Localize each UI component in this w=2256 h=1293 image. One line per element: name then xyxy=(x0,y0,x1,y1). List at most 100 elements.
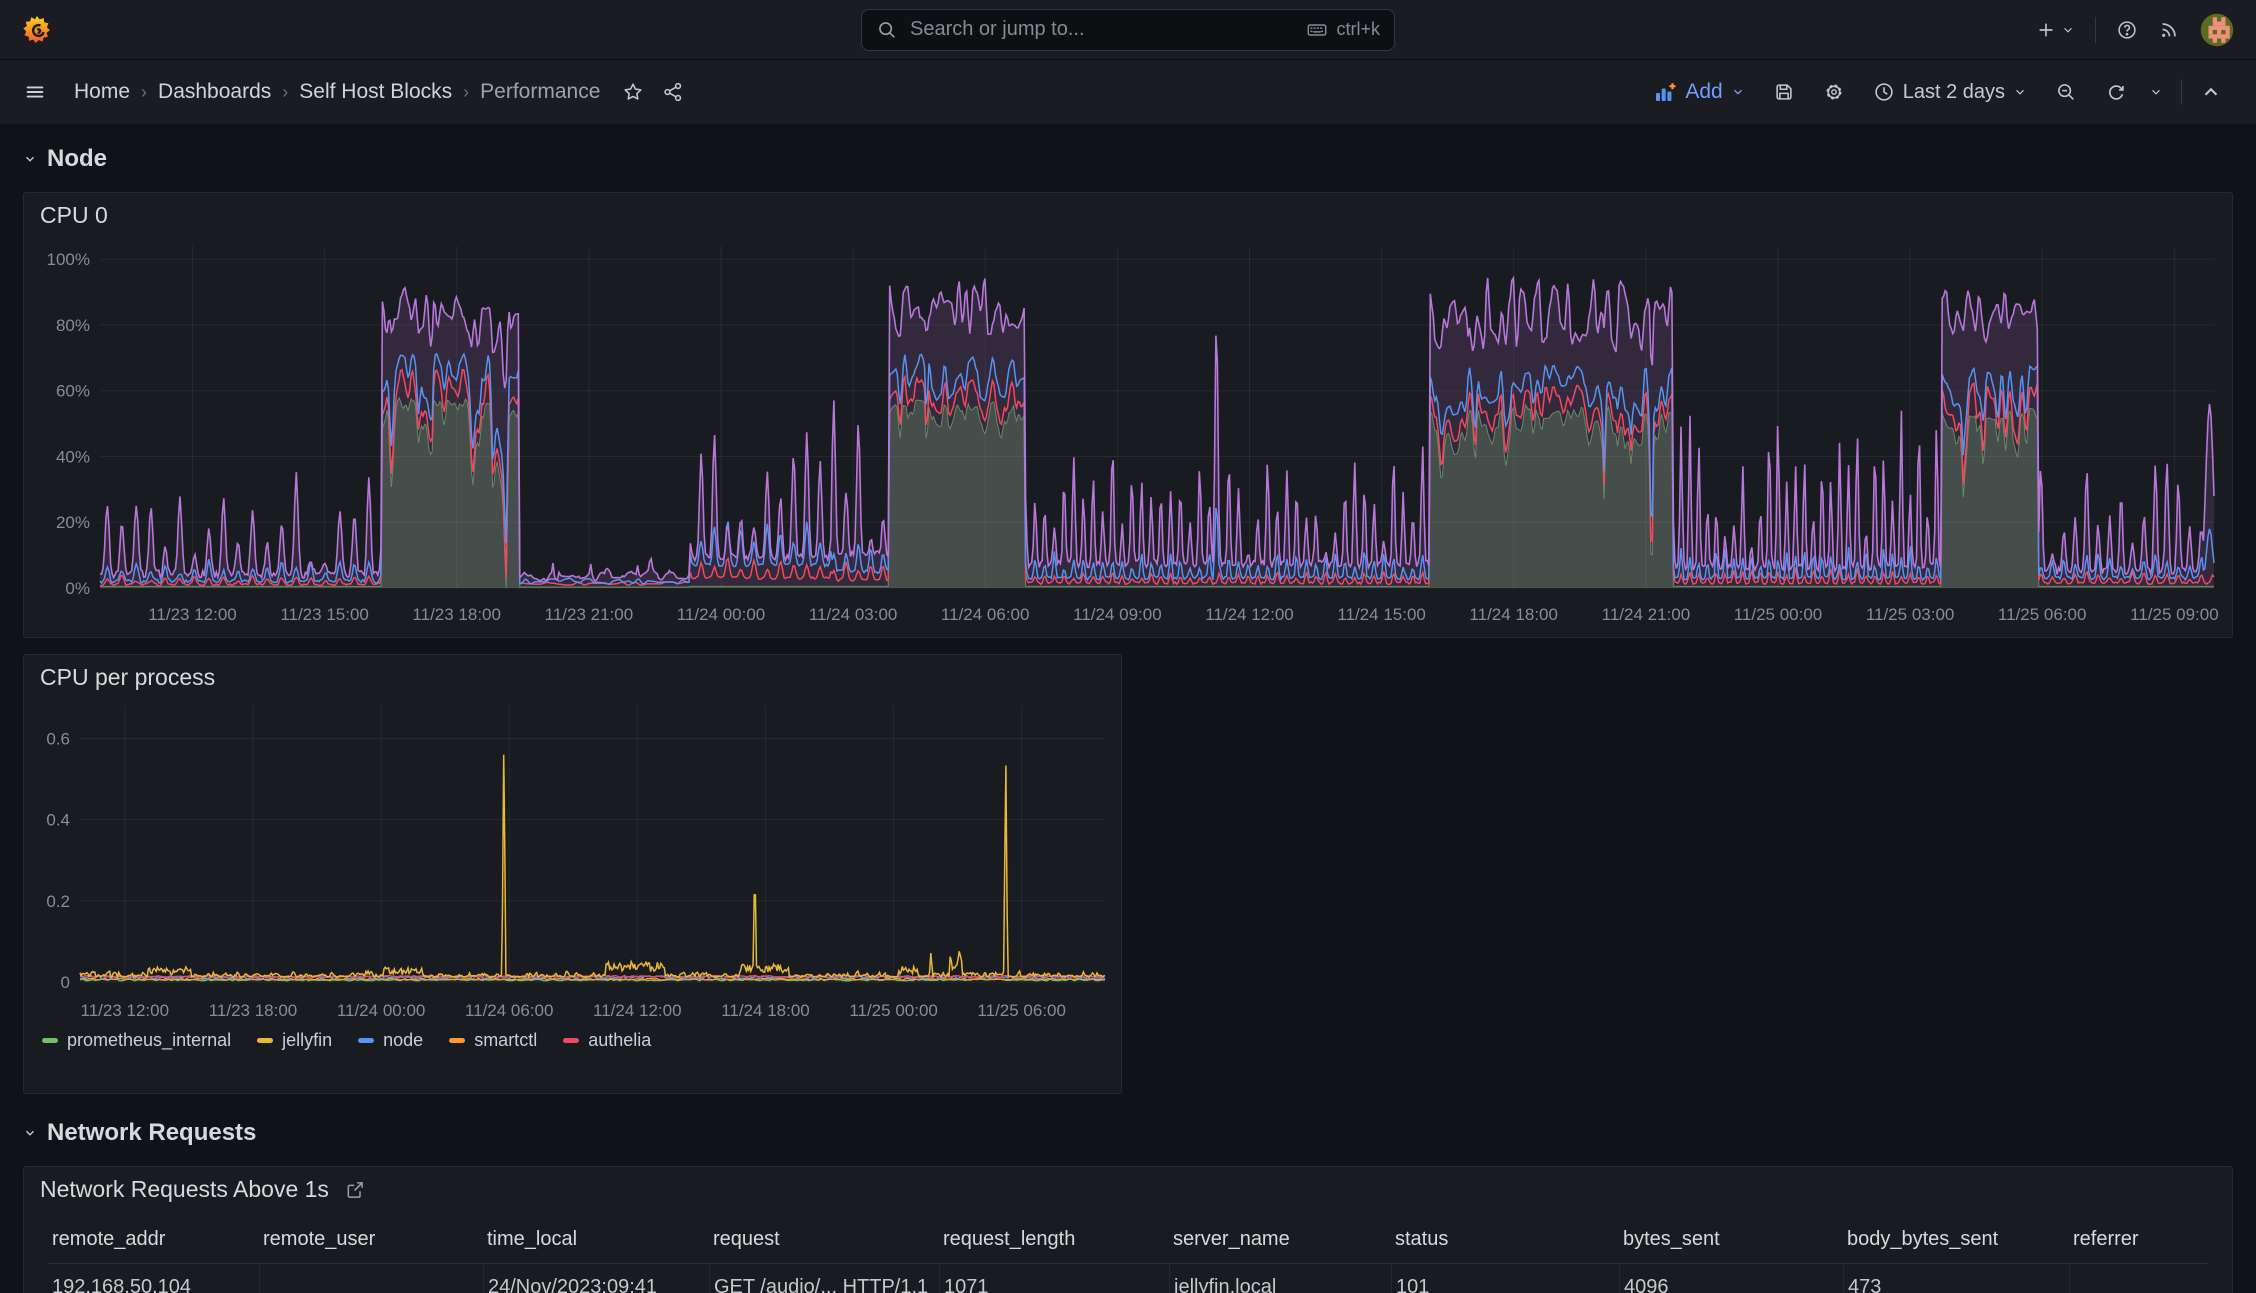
star-icon xyxy=(624,83,642,100)
chevron-down-icon xyxy=(1733,89,1742,95)
divider xyxy=(2095,16,2096,43)
legend-item[interactable]: node xyxy=(358,1030,423,1051)
chevron-up-icon xyxy=(2204,87,2218,96)
chevron-down-icon xyxy=(26,156,34,162)
star-button[interactable] xyxy=(622,81,644,103)
legend-item[interactable]: prometheus_internal xyxy=(42,1030,231,1051)
external-link-icon[interactable] xyxy=(345,1180,365,1200)
svg-text:0%: 0% xyxy=(65,579,90,598)
svg-text:40%: 40% xyxy=(56,448,90,467)
svg-text:11/25 00:00: 11/25 00:00 xyxy=(1734,605,1823,624)
svg-text:11/24 18:00: 11/24 18:00 xyxy=(721,1001,810,1020)
menu-button[interactable] xyxy=(24,81,46,103)
section-title-node: Node xyxy=(47,145,107,172)
divider xyxy=(2181,79,2182,105)
svg-text:11/24 06:00: 11/24 06:00 xyxy=(465,1001,554,1020)
breadcrumb-bar: Home › Dashboards › Self Host Blocks › P… xyxy=(0,60,2256,124)
svg-text:0.4: 0.4 xyxy=(46,811,70,830)
table-header-cell[interactable]: server_name xyxy=(1169,1216,1391,1263)
table-header-cell[interactable]: request xyxy=(709,1216,939,1263)
table-cell: 101 xyxy=(1391,1264,1619,1293)
svg-text:11/24 21:00: 11/24 21:00 xyxy=(1602,605,1691,624)
save-button[interactable] xyxy=(1763,73,1805,111)
collapse-toolbar-button[interactable] xyxy=(2190,73,2232,111)
legend-swatch xyxy=(358,1038,375,1043)
panel-title-text: Network Requests Above 1s xyxy=(40,1176,329,1202)
chevron-down-icon xyxy=(2016,89,2024,95)
rss-icon xyxy=(2162,22,2176,37)
svg-text:11/24 15:00: 11/24 15:00 xyxy=(1337,605,1426,624)
search-input[interactable] xyxy=(908,17,1297,42)
svg-text:11/23 12:00: 11/23 12:00 xyxy=(81,1001,170,1020)
gear-icon xyxy=(1826,84,1842,100)
svg-text:11/25 09:00: 11/25 09:00 xyxy=(2130,605,2219,624)
table-cell: GET /audio/... HTTP/1.1 xyxy=(709,1264,939,1293)
svg-text:11/24 00:00: 11/24 00:00 xyxy=(677,605,766,624)
time-range-picker[interactable]: Last 2 days xyxy=(1863,73,2037,112)
section-row-node[interactable]: Node xyxy=(23,138,2233,180)
svg-text:11/24 09:00: 11/24 09:00 xyxy=(1073,605,1162,624)
legend-item[interactable]: jellyfin xyxy=(257,1030,332,1051)
breadcrumb-self-host-blocks[interactable]: Self Host Blocks xyxy=(299,80,452,104)
table-header-cell[interactable]: remote_user xyxy=(259,1216,483,1263)
svg-text:11/23 15:00: 11/23 15:00 xyxy=(280,605,369,624)
add-panel-icon xyxy=(1656,83,1676,101)
share-button[interactable] xyxy=(662,81,684,103)
table-cell: 24/Nov/2023:09:41 xyxy=(483,1264,709,1293)
table-header-cell[interactable]: referrer xyxy=(2069,1216,2208,1263)
keyboard-icon xyxy=(1308,23,1327,36)
svg-text:11/24 18:00: 11/24 18:00 xyxy=(1469,605,1558,624)
grafana-logo[interactable] xyxy=(22,14,52,46)
breadcrumb-home[interactable]: Home xyxy=(74,80,130,104)
svg-text:100%: 100% xyxy=(47,250,90,269)
table-header-cell[interactable]: body_bytes_sent xyxy=(1843,1216,2069,1263)
panel-title-cpu0[interactable]: CPU 0 xyxy=(24,193,2232,232)
refresh-button[interactable] xyxy=(2095,73,2137,111)
table-header-cell[interactable]: remote_addr xyxy=(48,1216,259,1263)
section-title-network: Network Requests xyxy=(47,1119,257,1146)
table-header-cell[interactable]: status xyxy=(1391,1216,1619,1263)
panel-title-cpu-per-process[interactable]: CPU per process xyxy=(24,655,1121,694)
svg-text:11/25 00:00: 11/25 00:00 xyxy=(849,1001,938,1020)
chevron-down-icon xyxy=(2064,27,2072,33)
table-cell: 4096 xyxy=(1619,1264,1843,1293)
breadcrumb-dashboards[interactable]: Dashboards xyxy=(158,80,271,104)
table-header-cell[interactable]: bytes_sent xyxy=(1619,1216,1843,1263)
legend-item[interactable]: smartctl xyxy=(449,1030,537,1051)
legend-label: prometheus_internal xyxy=(67,1030,232,1050)
panel-title-network-requests[interactable]: Network Requests Above 1s xyxy=(24,1167,2232,1206)
table-header-cell[interactable]: time_local xyxy=(483,1216,709,1263)
legend-item[interactable]: authelia xyxy=(563,1030,651,1051)
new-menu-button[interactable] xyxy=(2035,19,2075,41)
breadcrumb-separator: › xyxy=(141,81,148,102)
panel-title-text: CPU per process xyxy=(40,664,216,690)
panel-network-requests: Network Requests Above 1s remote_addr rem… xyxy=(23,1166,2233,1293)
search-box: ctrl+k xyxy=(861,8,1395,51)
add-button[interactable]: Add xyxy=(1643,72,1754,112)
panel-cpu-per-process: CPU per process 0 0.2 0.4 0.6 11/23 12:00 11/… xyxy=(23,654,1122,1094)
svg-text:0: 0 xyxy=(61,973,70,992)
avatar xyxy=(2200,13,2234,46)
table-header-row: remote_addr remote_user time_local request r… xyxy=(48,1216,2208,1264)
clock-icon xyxy=(1875,83,1893,101)
svg-text:11/24 06:00: 11/24 06:00 xyxy=(941,605,1030,624)
legend-swatch xyxy=(257,1038,274,1043)
breadcrumb-separator: › xyxy=(463,81,470,102)
legend-label: smartctl xyxy=(474,1030,538,1050)
plus-icon xyxy=(2039,23,2053,36)
refresh-interval-button[interactable] xyxy=(2139,77,2173,107)
table-header-cell[interactable]: request_length xyxy=(939,1216,1169,1263)
settings-button[interactable] xyxy=(1813,73,1855,111)
help-button[interactable] xyxy=(2116,19,2138,41)
network-requests-table: remote_addr remote_user time_local request r… xyxy=(48,1216,2208,1293)
news-button[interactable] xyxy=(2158,19,2180,41)
zoom-out-button[interactable] xyxy=(2045,73,2087,111)
breadcrumb-performance: Performance xyxy=(480,80,601,103)
time-range-label: Last 2 days xyxy=(1902,80,2005,103)
dashboard-area: Node CPU 0 0% 20% 40% 60% 80% 100% 11/23 12:00… xyxy=(0,124,2256,1293)
svg-text:11/25 06:00: 11/25 06:00 xyxy=(977,1001,1066,1020)
grafana-logo-icon xyxy=(23,15,50,43)
profile-button[interactable] xyxy=(2200,13,2234,47)
refresh-icon xyxy=(2109,85,2124,100)
section-row-network[interactable]: Network Requests xyxy=(23,1112,2233,1154)
